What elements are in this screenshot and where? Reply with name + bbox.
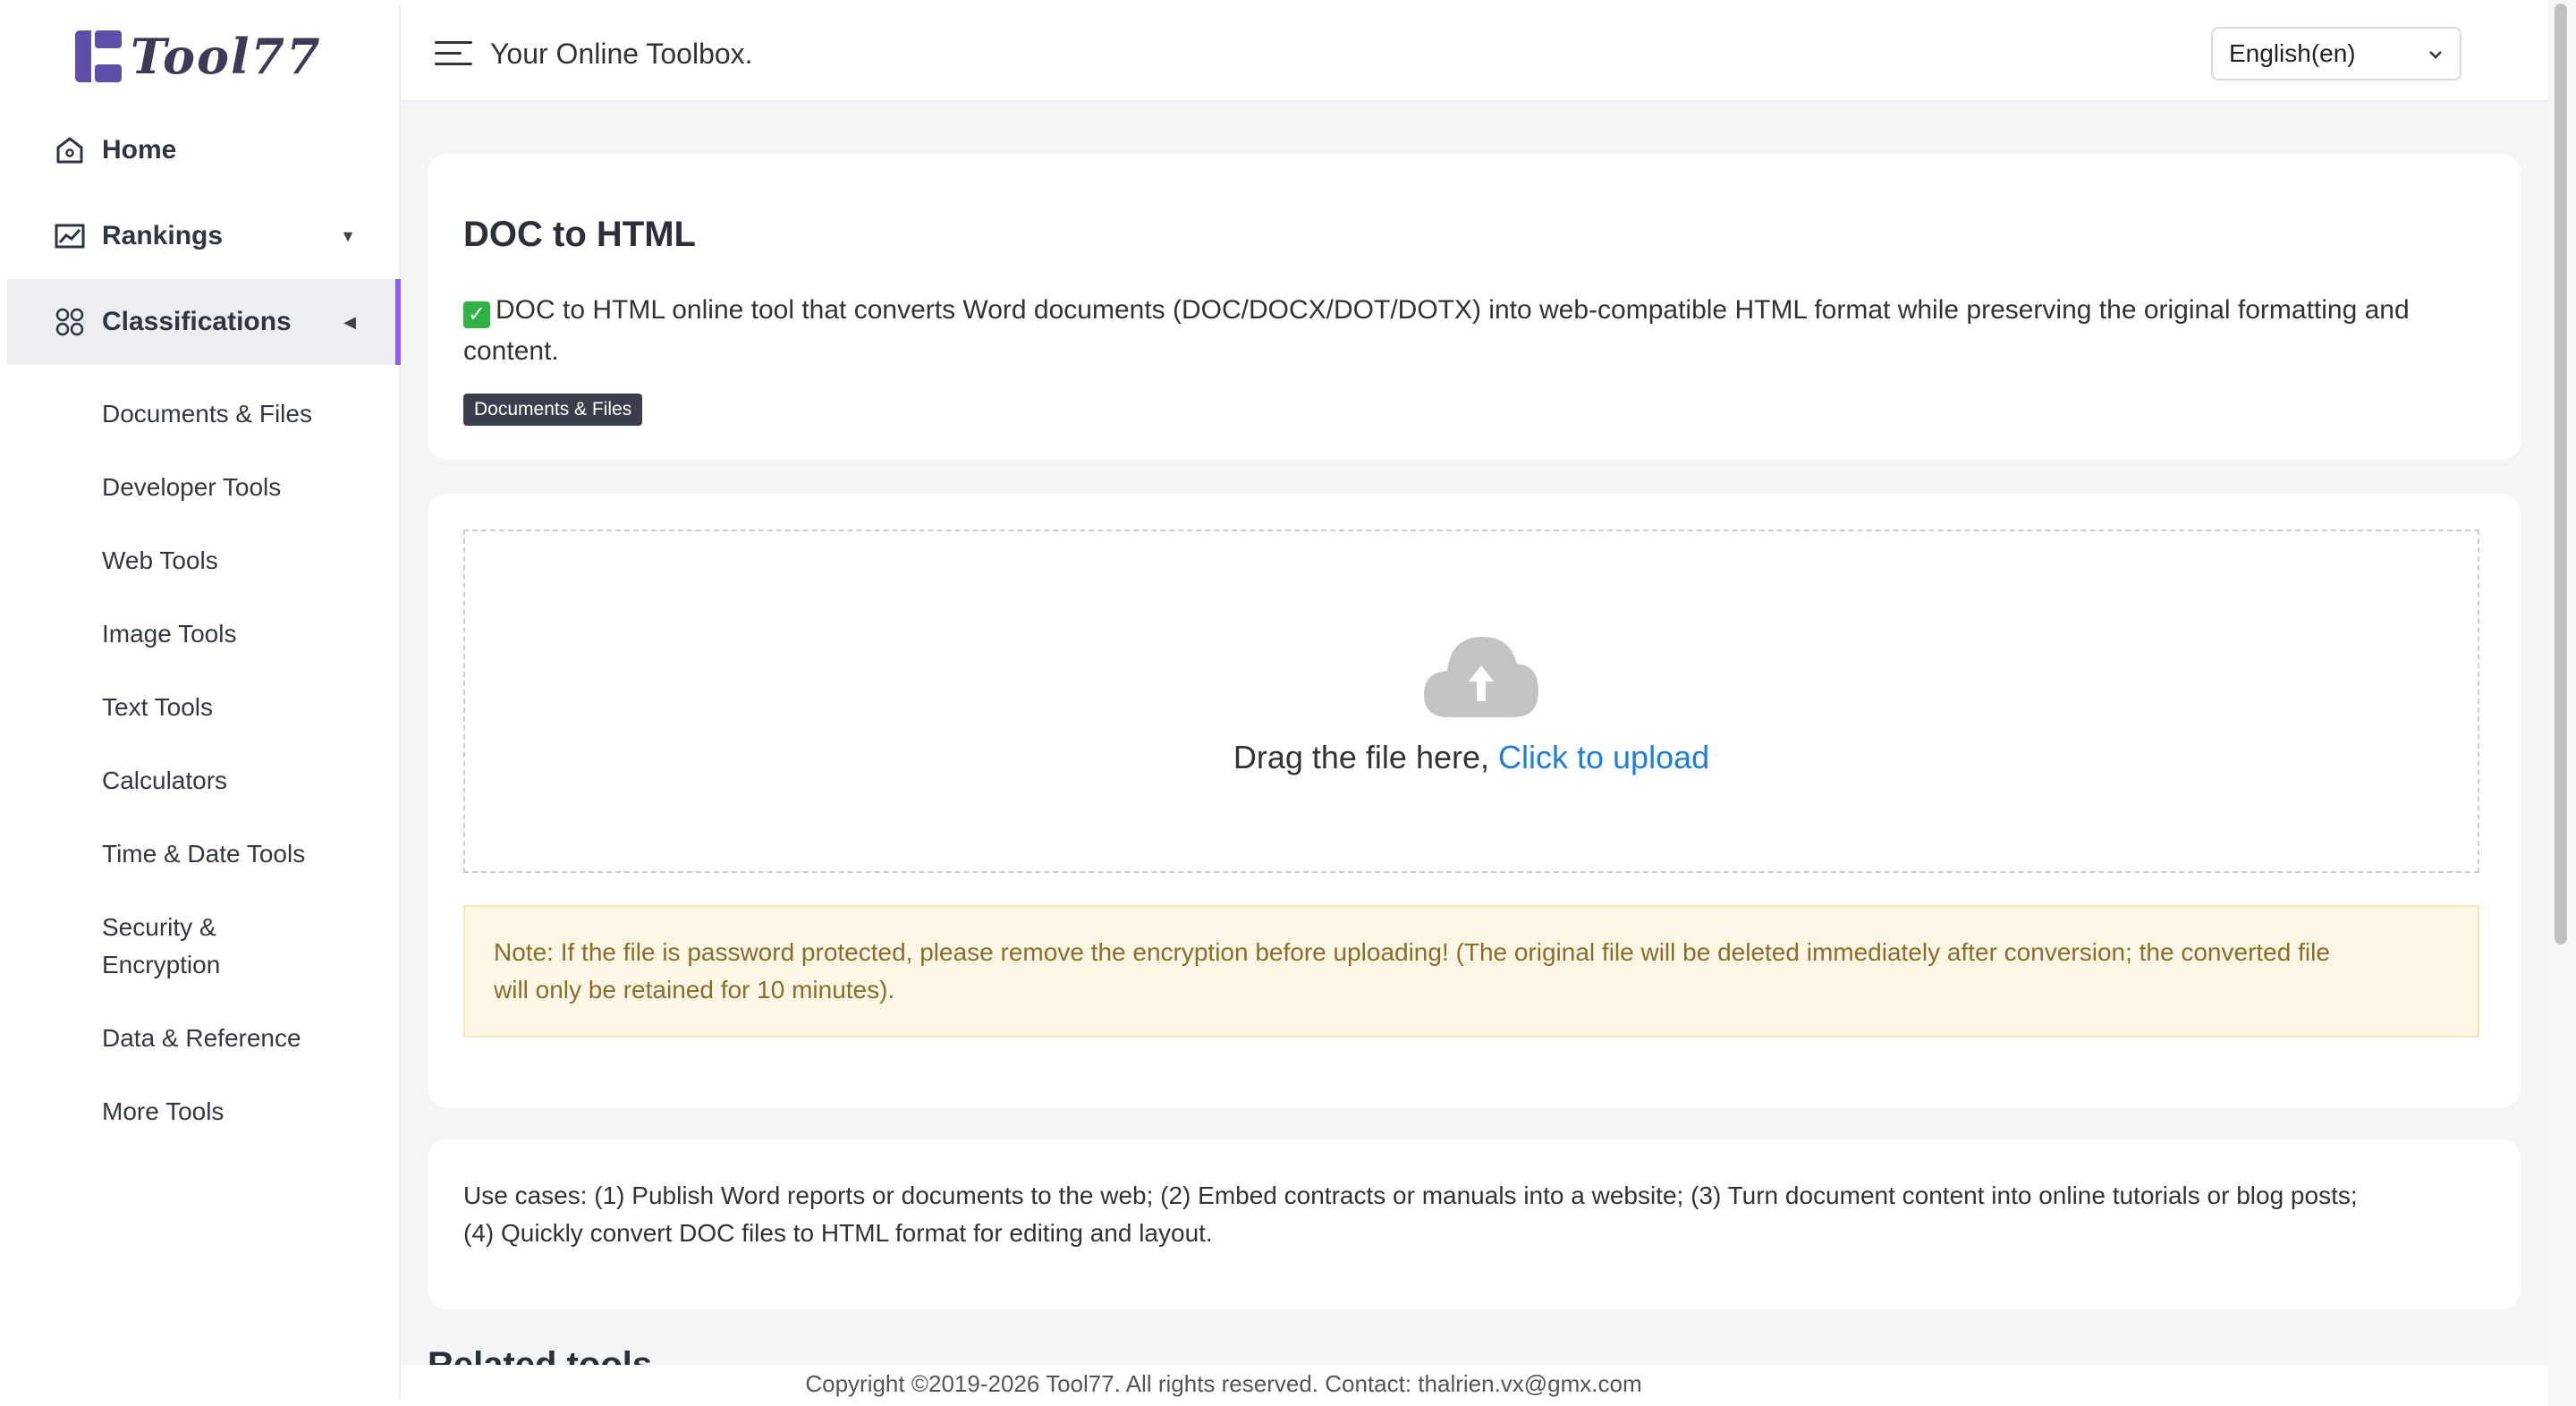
sidebar-item-encryption[interactable]: Encryption <box>102 946 220 984</box>
nav-home-label: Home <box>102 135 177 165</box>
app-frame: Tool77 Home Rankings ▼ Classifications ◀… <box>7 5 2547 1399</box>
scrollbar-thumb[interactable] <box>2555 4 2567 944</box>
tool-info-card: DOC to HTML ✓ DOC to HTML online tool tha… <box>428 154 2521 460</box>
grid-icon <box>54 306 86 338</box>
nav-home[interactable]: Home <box>7 107 401 193</box>
sidebar-item-security[interactable]: Security & <box>102 909 216 946</box>
sidebar-item-web-tools[interactable]: Web Tools <box>102 542 218 580</box>
sidebar-item-more-tools[interactable]: More Tools <box>102 1093 224 1131</box>
sidebar: Tool77 Home Rankings ▼ Classifications ◀… <box>7 5 401 1399</box>
check-icon: ✓ <box>463 301 490 328</box>
caret-left-icon: ◀ <box>343 312 356 331</box>
usecases-text: Use cases: (1) Publish Word reports or d… <box>463 1177 2503 1252</box>
drag-text: Drag the file here, <box>1233 739 1498 775</box>
click-to-upload-link[interactable]: Click to upload <box>1498 739 1709 775</box>
sidebar-item-text-tools[interactable]: Text Tools <box>102 689 213 726</box>
home-icon <box>54 134 86 166</box>
file-dropzone[interactable]: Drag the file here, Click to upload <box>463 529 2479 873</box>
note-line2: will only be retained for 10 minutes). <box>494 976 895 1004</box>
scrollbar[interactable] <box>2547 0 2576 1406</box>
hamburger-icon[interactable] <box>435 39 472 68</box>
sidebar-item-developer-tools[interactable]: Developer Tools <box>102 469 281 506</box>
description-line1: DOC to HTML online tool that converts Wo… <box>496 295 2410 325</box>
nav-classifications-label: Classifications <box>102 307 292 336</box>
usecases-line2: (4) Quickly convert DOC files to HTML fo… <box>463 1219 1213 1247</box>
chevron-down-icon <box>2429 51 2442 59</box>
footer-copyright: Copyright ©2019-2026 Tool77. All rights … <box>805 1370 1642 1397</box>
logo[interactable]: Tool77 <box>72 25 322 88</box>
tool-description: ✓ DOC to HTML online tool that converts W… <box>463 290 2485 372</box>
usecases-line1: Use cases: (1) Publish Word reports or d… <box>463 1182 2358 1209</box>
logo-text: Tool77 <box>131 28 322 85</box>
sidebar-item-data-reference[interactable]: Data & Reference <box>102 1020 301 1057</box>
nav-rankings[interactable]: Rankings ▼ <box>7 193 401 279</box>
nav-rankings-label: Rankings <box>102 221 224 250</box>
category-tag[interactable]: Documents & Files <box>463 394 643 426</box>
chart-icon <box>54 220 86 252</box>
page-title: DOC to HTML <box>463 215 696 254</box>
nav-classifications[interactable]: Classifications ◀ <box>7 279 401 365</box>
sidebar-item-time-date-tools[interactable]: Time & Date Tools <box>102 835 305 873</box>
logo-icon <box>75 30 122 82</box>
caret-down-icon: ▼ <box>340 226 356 245</box>
sidebar-item-documents-files[interactable]: Documents & Files <box>102 395 312 433</box>
cloud-upload-icon <box>1424 637 1538 717</box>
upload-card: Drag the file here, Click to upload Note… <box>428 494 2521 1107</box>
footer: Copyright ©2019-2026 Tool77. All rights … <box>401 1365 2547 1399</box>
sidebar-item-image-tools[interactable]: Image Tools <box>102 615 236 653</box>
language-select[interactable]: English(en) <box>2211 27 2462 80</box>
description-line2: content. <box>463 336 559 366</box>
upload-note: Note: If the file is password protected,… <box>463 905 2479 1038</box>
site-tagline: Your Online Toolbox. <box>490 38 753 70</box>
usecases-card: Use cases: (1) Publish Word reports or d… <box>428 1139 2521 1309</box>
topbar: Your Online Toolbox. English(en) <box>401 5 2547 102</box>
language-value: English(en) <box>2229 39 2356 67</box>
note-line1: Note: If the file is password protected,… <box>494 938 2330 966</box>
dropzone-text: Drag the file here, Click to upload <box>465 739 2478 776</box>
sidebar-item-calculators[interactable]: Calculators <box>102 762 227 800</box>
